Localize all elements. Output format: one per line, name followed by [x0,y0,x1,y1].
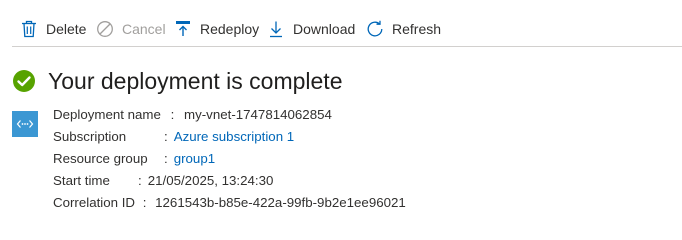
deployment-name-label: Deployment name [53,107,161,122]
refresh-button[interactable]: Refresh [366,16,441,42]
correlation-id-label: Correlation ID [53,195,136,210]
cancel-button[interactable]: Cancel [96,16,166,42]
start-time-separator: : [138,173,142,188]
start-time-row: Start time:21/05/2025, 13:24:30 [53,170,406,192]
resource-group-link[interactable]: group1 [174,151,215,166]
command-bar-divider [12,46,682,47]
resource-group-row: Resource group: group1 [53,148,406,170]
resource-group-label: Resource group [53,151,148,166]
download-button[interactable]: Download [267,16,355,42]
start-time-value: 21/05/2025, 13:24:30 [147,173,274,188]
success-check-icon [13,70,35,92]
download-icon [267,20,285,38]
cancel-label: Cancel [122,21,166,37]
page-title: Your deployment is complete [48,67,343,94]
subscription-row: Subscription: Azure subscription 1 [53,126,406,148]
redeploy-label: Redeploy [200,21,260,37]
resource-vnet-icon [12,111,38,137]
redeploy-button[interactable]: Redeploy [174,16,259,42]
correlation-id-value: 1261543b-b85e-422a-99fb-9b2e1ee96021 [155,195,406,210]
correlation-id-separator: : [142,195,147,210]
delete-label: Delete [46,21,87,37]
deployment-name-separator: : [170,107,175,122]
delete-button[interactable]: Delete [20,16,86,42]
deployment-name-value: my-vnet-1747814062854 [184,107,332,122]
download-label: Download [293,21,356,37]
subscription-link[interactable]: Azure subscription 1 [174,129,294,144]
subscription-label: Subscription [53,129,127,144]
command-bar: Delete Cancel Redeploy Download Refresh [0,0,682,48]
refresh-icon [366,20,384,38]
resource-group-separator: : [164,151,168,166]
correlation-id-row: Correlation ID : 1261543b-b85e-422a-99fb… [53,192,406,214]
trash-icon [20,20,38,38]
start-time-label: Start time [53,173,110,188]
refresh-label: Refresh [392,21,442,37]
deployment-details: Deployment name : my-vnet-1747814062854 … [53,104,406,214]
redeploy-icon [174,20,192,38]
deployment-name-row: Deployment name : my-vnet-1747814062854 [53,104,406,126]
cancel-icon [96,20,114,38]
subscription-separator: : [164,129,168,144]
title-row: Your deployment is complete [12,66,343,96]
